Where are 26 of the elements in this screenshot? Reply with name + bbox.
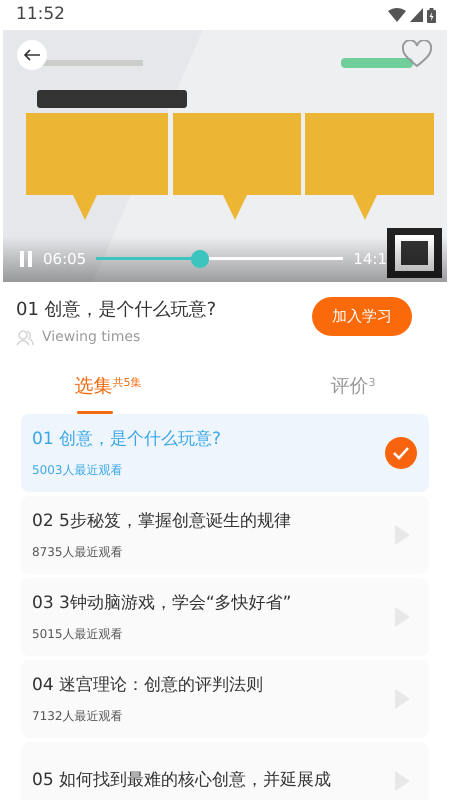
total-time: 14:1	[353, 248, 387, 270]
battery-icon	[427, 8, 436, 22]
signal-icon	[410, 8, 423, 22]
viewer-count: 7132人最近观看	[32, 708, 124, 725]
pause-icon[interactable]	[19, 251, 33, 267]
episode-title: 03 3钟动脑游戏，学会“多快好省”	[32, 592, 292, 616]
status-time: 11:52	[16, 3, 65, 26]
back-arrow-icon	[24, 49, 40, 61]
episode-title: 01 创意，是个什么玩意?	[32, 428, 222, 452]
episode-item[interactable]: 03 3钟动脑游戏，学会“多快好省” 5015人最近观看	[21, 578, 429, 656]
episode-title: 02 5步秘笈，掌握创意诞生的规律	[32, 510, 291, 534]
check-icon	[385, 437, 417, 469]
course-title: 01 创意，是个什么玩意?	[16, 298, 216, 322]
heart-icon[interactable]	[401, 40, 433, 68]
current-time: 06:05	[43, 248, 86, 270]
viewer-count: 5015人最近观看	[32, 626, 124, 643]
viewer-count: 8735人最近观看	[32, 544, 124, 561]
episode-title: 04 迷宫理论：创意的评判法则	[32, 674, 264, 698]
viewing-times-label: Viewing times	[42, 328, 140, 347]
viewer-count: 5003人最近观看	[32, 462, 124, 479]
episode-item[interactable]: 04 迷宫理论：创意的评判法则 7132人最近观看	[21, 660, 429, 738]
wifi-icon	[388, 8, 406, 22]
people-icon	[16, 330, 34, 346]
episode-item[interactable]: 05 如何找到最难的核心创意，并延展成	[21, 742, 429, 800]
episode-title: 05 如何找到最难的核心创意，并延展成	[32, 769, 332, 792]
episode-item[interactable]: 02 5步秘笈，掌握创意诞生的规律 8735人最近观看	[21, 496, 429, 574]
